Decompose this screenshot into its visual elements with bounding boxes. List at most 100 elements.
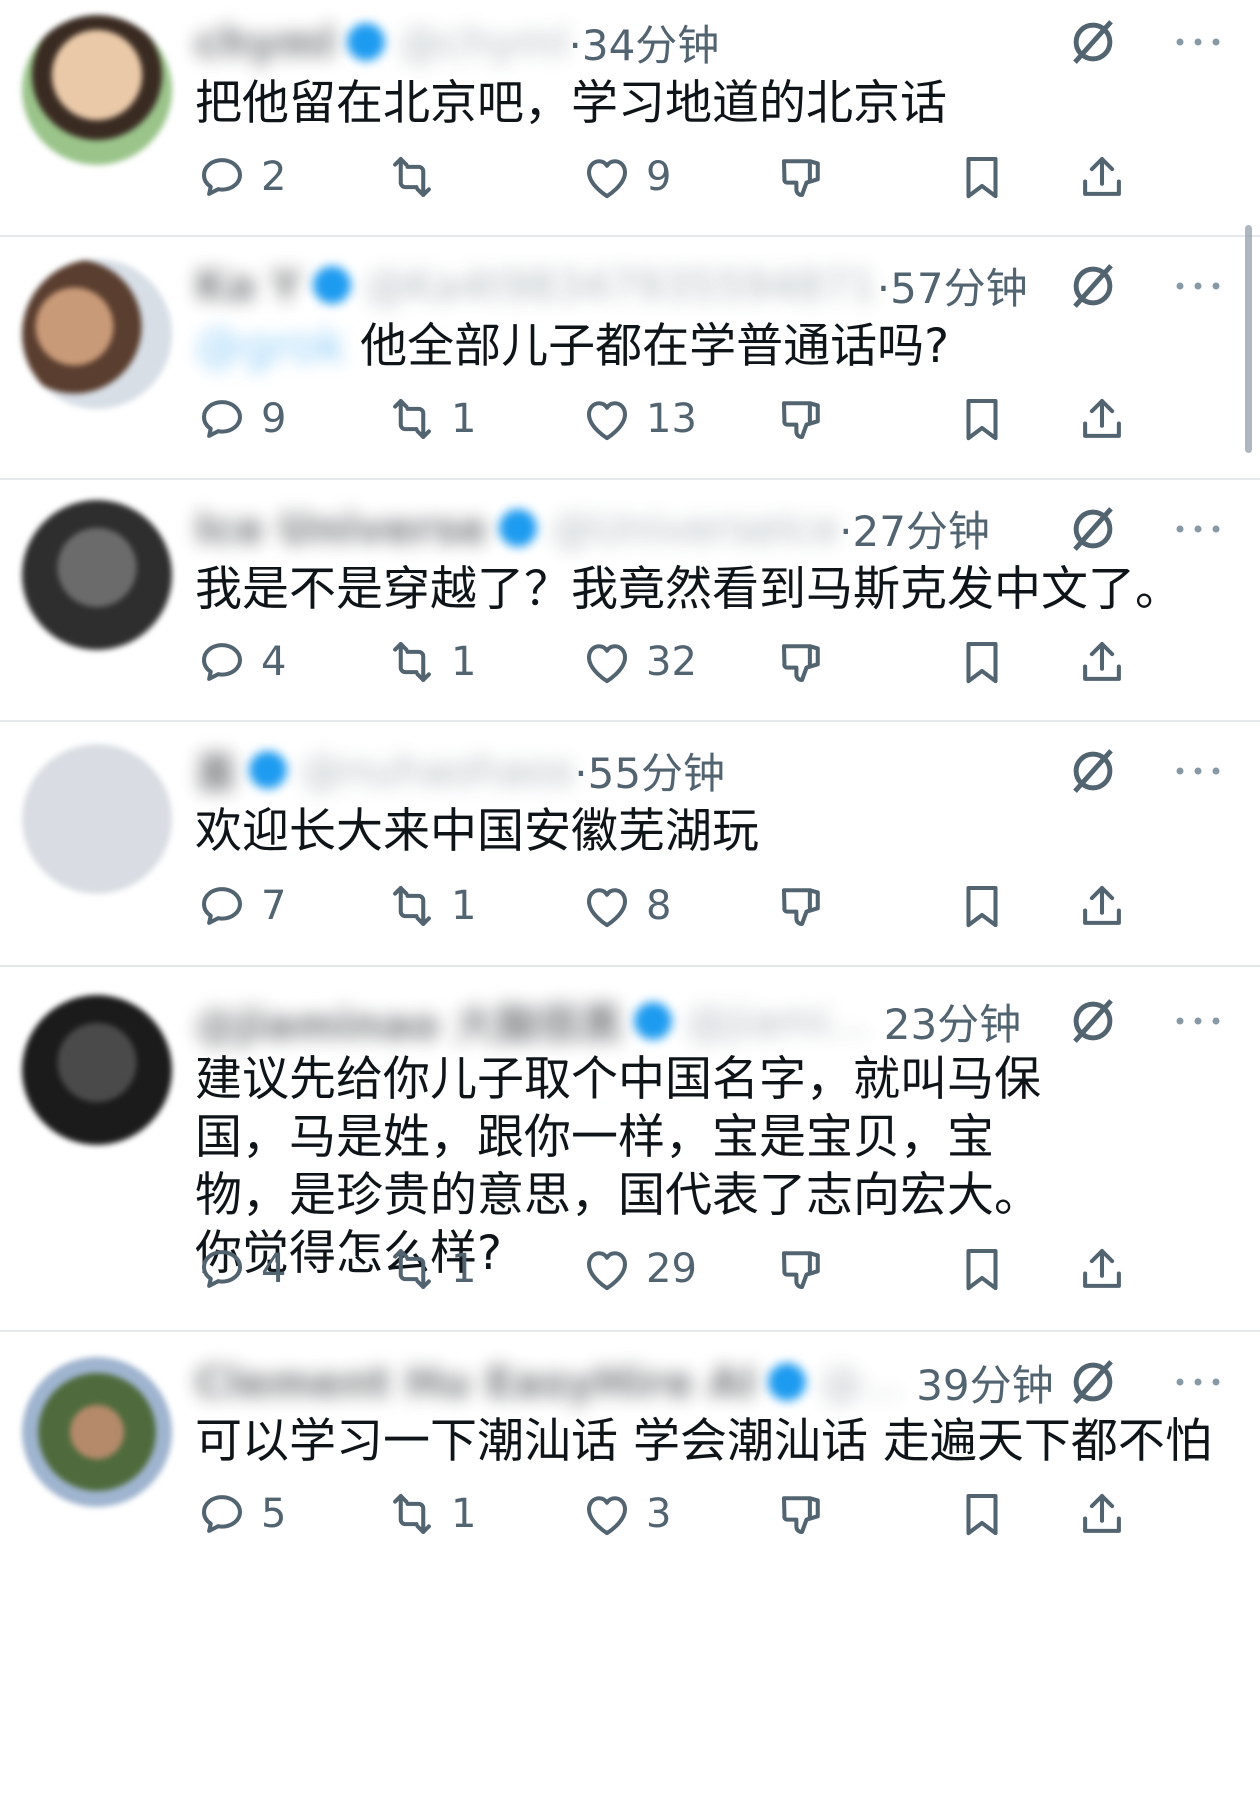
dislike-button[interactable]: [775, 874, 829, 938]
grok-icon[interactable]: [1066, 15, 1120, 69]
bookmark-icon: [966, 156, 998, 199]
grok-icon[interactable]: [1066, 994, 1120, 1048]
bookmark-button[interactable]: [955, 387, 1009, 451]
reply-count: 7: [261, 883, 287, 929]
author-handle[interactable]: @chyml: [399, 18, 568, 67]
repost-button[interactable]: 1: [385, 630, 476, 694]
like-button[interactable]: 29: [580, 1237, 697, 1301]
repost-button[interactable]: 1: [385, 1237, 476, 1301]
scrollbar[interactable]: [1245, 225, 1252, 453]
reply-item[interactable]: Clement Hu EasyHire AI @... 39分钟 可以学习一下潮…: [0, 1332, 1260, 1798]
timestamp[interactable]: ·27分钟: [839, 498, 990, 559]
like-count: 32: [646, 639, 697, 685]
author-handle[interactable]: @Ka4t98347935594871: [365, 261, 877, 310]
thumb-down-icon: [781, 1251, 820, 1290]
avatar[interactable]: [22, 15, 172, 165]
mention-link[interactable]: @grok: [195, 319, 346, 374]
avatar[interactable]: [22, 1357, 172, 1507]
reply-item[interactable]: 喜 @nuhaohaos ·55分钟 欢迎长大来中国安徽芜湖玩 7 1 8: [0, 722, 1260, 967]
avatar[interactable]: [22, 995, 172, 1145]
like-button[interactable]: 9: [580, 145, 671, 209]
bookmark-button[interactable]: [955, 874, 1009, 938]
like-button[interactable]: 3: [580, 1482, 671, 1546]
dislike-button[interactable]: [775, 145, 829, 209]
share-button[interactable]: [1075, 1482, 1129, 1546]
reply-button[interactable]: 7: [195, 874, 286, 938]
repost-button[interactable]: 1: [385, 387, 476, 451]
more-options-icon[interactable]: [1171, 519, 1225, 539]
timestamp[interactable]: ·34分钟: [569, 12, 720, 73]
bookmark-button[interactable]: [955, 145, 1009, 209]
author-name[interactable]: chyml: [195, 18, 335, 67]
bookmark-button[interactable]: [955, 1482, 1009, 1546]
action-bar: 5 1 3: [195, 1482, 1235, 1546]
grok-icon[interactable]: [1066, 744, 1120, 798]
author-handle[interactable]: @jiami...: [686, 997, 870, 1046]
dislike-button[interactable]: [775, 630, 829, 694]
reply-item[interactable]: chyml @chyml ·34分钟 把他留在北京吧，学习地道的北京话 2 9: [0, 0, 1260, 237]
author-name[interactable]: @jiaminao 大脑很黑: [195, 991, 622, 1052]
share-icon: [1083, 641, 1121, 681]
author-name[interactable]: Clement Hu EasyHire AI: [195, 1358, 756, 1407]
bookmark-button[interactable]: [955, 630, 1009, 694]
bookmark-button[interactable]: [955, 1237, 1009, 1301]
share-button[interactable]: [1075, 145, 1129, 209]
reply-button[interactable]: 4: [195, 1237, 286, 1301]
heart-icon: [586, 888, 628, 928]
like-button[interactable]: 8: [580, 874, 671, 938]
share-button[interactable]: [1075, 1237, 1129, 1301]
author-name[interactable]: 喜: [195, 740, 237, 801]
tweet-text-content: 我是不是穿越了？我竟然看到马斯克发中文了。: [195, 562, 1182, 617]
author-handle[interactable]: @...: [820, 1358, 902, 1407]
reply-icon: [201, 887, 243, 925]
more-options-icon[interactable]: [1171, 1011, 1225, 1031]
reply-item[interactable]: Ka Y @Ka4t98347935594871 ·57分钟 @grok 他全部儿…: [0, 237, 1260, 480]
like-count: 29: [646, 1246, 697, 1292]
like-button[interactable]: 32: [580, 630, 697, 694]
grok-icon[interactable]: [1066, 259, 1120, 313]
action-bar: 9 1 13: [195, 387, 1235, 451]
share-button[interactable]: [1075, 630, 1129, 694]
timestamp[interactable]: ·55分钟: [574, 740, 725, 801]
reply-button[interactable]: 9: [195, 387, 286, 451]
grok-icon[interactable]: [1066, 502, 1120, 556]
tweet-text: @grok 他全部儿子都在学普通话吗?: [195, 315, 1220, 379]
dislike-button[interactable]: [775, 1482, 829, 1546]
repost-button[interactable]: 1: [385, 874, 476, 938]
timestamp[interactable]: ·57分钟: [877, 255, 1028, 316]
repost-icon: [393, 641, 431, 683]
share-button[interactable]: [1075, 874, 1129, 938]
more-options-icon[interactable]: [1171, 1372, 1225, 1392]
grok-icon[interactable]: [1066, 1355, 1120, 1409]
more-options-icon[interactable]: [1171, 32, 1225, 52]
dislike-button[interactable]: [775, 387, 829, 451]
more-options-icon[interactable]: [1171, 276, 1225, 296]
heart-icon: [586, 644, 628, 684]
heart-icon: [586, 159, 628, 199]
timestamp[interactable]: 39分钟: [916, 1352, 1053, 1413]
author-handle[interactable]: @UniverseIce: [551, 504, 839, 553]
reply-item[interactable]: Ice Universe @UniverseIce ·27分钟 我是不是穿越了？…: [0, 480, 1260, 722]
reply-button[interactable]: 2: [195, 145, 286, 209]
repost-icon: [393, 1248, 431, 1290]
thumb-down-icon: [781, 401, 820, 440]
author-name[interactable]: Ka Y: [195, 261, 301, 310]
tweet-text-content: 把他留在北京吧，学习地道的北京话: [195, 76, 947, 131]
dislike-button[interactable]: [775, 1237, 829, 1301]
timestamp[interactable]: 23分钟: [884, 991, 1021, 1052]
repost-button[interactable]: 1: [385, 1482, 476, 1546]
repost-button[interactable]: [385, 145, 451, 209]
more-options-icon[interactable]: [1171, 761, 1225, 781]
avatar[interactable]: [22, 500, 172, 650]
like-count: 3: [646, 1491, 672, 1537]
reply-button[interactable]: 4: [195, 630, 286, 694]
author-name[interactable]: Ice Universe: [195, 504, 487, 553]
author-handle[interactable]: @nuhaohaos: [301, 746, 574, 795]
like-button[interactable]: 13: [580, 387, 697, 451]
reply-item[interactable]: @jiaminao 大脑很黑 @jiami... 23分钟 建议先给你儿子取个中…: [0, 967, 1260, 1332]
reply-button[interactable]: 5: [195, 1482, 286, 1546]
avatar[interactable]: [22, 259, 172, 409]
share-button[interactable]: [1075, 387, 1129, 451]
avatar[interactable]: [22, 744, 172, 894]
repost-count: 1: [451, 883, 477, 929]
